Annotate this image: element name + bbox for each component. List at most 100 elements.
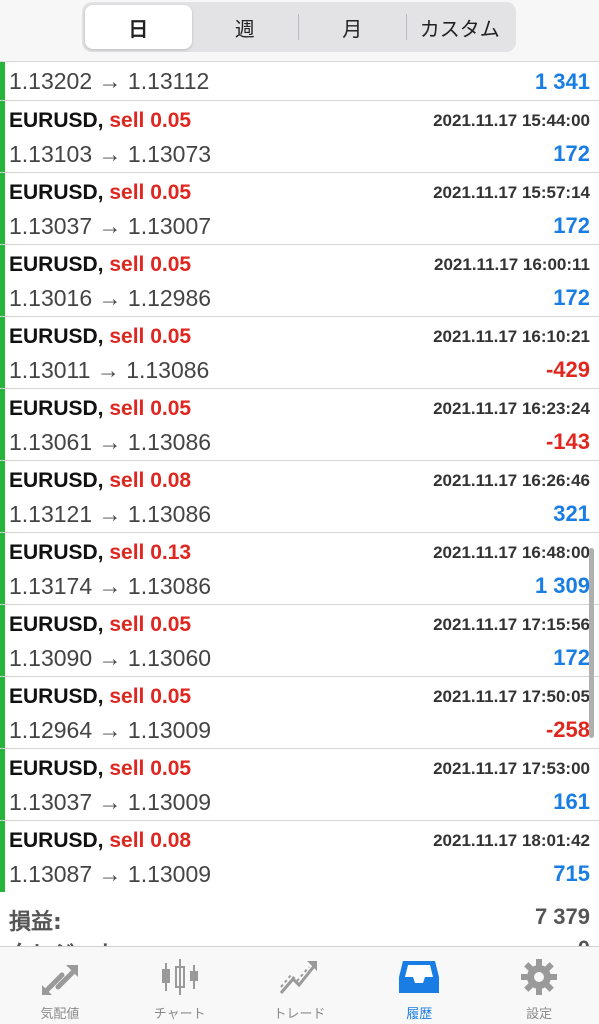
symbol-label: EURUSD, [9,109,104,132]
tab-label: トレード [273,1007,326,1022]
trade-profit: -429 [545,357,590,382]
symbol-label: EURUSD, [9,829,104,852]
trade-side: sell 0.08 [109,829,192,852]
trade-prices: 1.13087 → 1.13009 [9,861,212,887]
trade-line-icon [280,961,318,994]
trade-profit: -143 [545,429,590,454]
tab-history[interactable]: 履歴 [359,947,479,1024]
trade-side: sell 0.08 [109,469,192,492]
trade-side: sell 0.05 [109,757,192,780]
tab-label: チャート [153,1007,206,1022]
trade-row[interactable]: EURUSD, sell 0.13 2021.11.17 16:48:00 1.… [0,533,599,605]
trade-row[interactable]: EURUSD, sell 0.08 2021.11.17 16:26:46 1.… [0,461,599,533]
buy-sell-indicator [0,317,5,388]
trade-row[interactable]: EURUSD, sell 0.05 2021.11.17 17:53:00 1.… [0,749,599,821]
trade-prices: 1.13202 → 1.13112 [9,68,210,94]
trade-profit: 172 [553,141,590,166]
symbol-label: EURUSD, [9,397,104,420]
tab-quotes[interactable]: 気配値 [0,947,120,1024]
trade-prices: 1.13103 → 1.13073 [9,141,212,167]
quotes-arrows-icon [41,965,78,995]
trade-time: 2021.11.17 16:48:00 [433,543,590,562]
trade-side: sell 0.05 [109,397,192,420]
trade-row[interactable]: EURUSD, sell 0.05 2021.11.17 16:23:24 1.… [0,389,599,461]
symbol-label: EURUSD, [9,181,104,204]
trade-time: 2021.11.17 15:44:00 [433,111,590,130]
buy-sell-indicator [0,101,5,172]
period-segmented-control: 日 週 月 カスタム [82,2,516,52]
trade-prices: 1.13090 → 1.13060 [9,645,212,671]
trade-time: 2021.11.17 15:57:14 [433,183,590,202]
trade-symbol: EURUSD, sell 0.05 [9,181,191,205]
trade-row[interactable]: 1.13202 → 1.13112 1 341 [0,62,599,101]
trade-profit: 172 [553,645,590,670]
trade-symbol: EURUSD, sell 0.13 [9,541,191,565]
trade-prices: 1.13121 → 1.13086 [9,501,212,527]
tab-trade[interactable]: トレード [240,947,360,1024]
trade-side: sell 0.05 [109,325,192,348]
buy-sell-indicator [0,533,5,604]
tab-settings[interactable]: 設定 [479,947,599,1024]
trade-symbol: EURUSD, sell 0.08 [9,829,191,853]
trade-row[interactable]: EURUSD, sell 0.08 2021.11.17 18:01:42 1.… [0,821,599,893]
symbol-label: EURUSD, [9,469,104,492]
tab-chart[interactable]: チャート [120,947,240,1024]
trade-profit: 161 [553,789,590,814]
trade-symbol: EURUSD, sell 0.05 [9,109,191,133]
trade-row[interactable]: EURUSD, sell 0.05 2021.11.17 17:50:05 1.… [0,677,599,749]
symbol-label: EURUSD, [9,757,104,780]
trade-time: 2021.11.17 16:10:21 [433,327,590,346]
trade-symbol: EURUSD, sell 0.05 [9,325,191,349]
bottom-tab-bar: 気配値 チャート トレード 履歴 設定 [0,946,599,1024]
trade-profit: 1 309 [534,573,590,598]
buy-sell-indicator [0,461,5,532]
trade-row[interactable]: EURUSD, sell 0.05 2021.11.17 16:00:11 1.… [0,245,599,317]
trade-profit: 321 [553,501,590,526]
buy-sell-indicator [0,821,5,892]
trade-row[interactable]: EURUSD, sell 0.05 2021.11.17 16:10:21 1.… [0,317,599,389]
trade-symbol: EURUSD, sell 0.05 [9,253,191,277]
trade-time: 2021.11.17 17:15:56 [433,615,590,634]
totals-summary: 損益: 7 379 クレジット 0 [0,892,599,948]
trade-prices: 1.13037 → 1.13007 [9,213,212,239]
profit-total-label: 損益: [9,910,62,935]
trade-side: sell 0.05 [109,613,192,636]
buy-sell-indicator [0,749,5,820]
trade-symbol: EURUSD, sell 0.05 [9,397,191,421]
trade-prices: 1.13061 → 1.13086 [9,429,212,455]
list-scrollbar[interactable] [589,548,594,738]
symbol-label: EURUSD, [9,613,104,636]
period-tab-custom[interactable]: カスタム [407,5,514,49]
buy-sell-indicator [0,62,5,100]
trade-profit: 1 341 [534,69,590,94]
buy-sell-indicator [0,677,5,748]
trade-row[interactable]: EURUSD, sell 0.05 2021.11.17 15:44:00 1.… [0,101,599,173]
trade-prices: 1.13174 → 1.13086 [9,573,212,599]
buy-sell-indicator [0,245,5,316]
trade-side: sell 0.05 [109,685,192,708]
buy-sell-indicator [0,389,5,460]
buy-sell-indicator [0,173,5,244]
trade-profit: 172 [553,285,590,310]
trade-row[interactable]: EURUSD, sell 0.05 2021.11.17 17:15:56 1.… [0,605,599,677]
trade-time: 2021.11.17 18:01:42 [433,831,590,850]
trade-row[interactable]: EURUSD, sell 0.05 2021.11.17 15:57:14 1.… [0,173,599,245]
trade-profit: 172 [553,213,590,238]
trade-prices: 1.13016 → 1.12986 [9,285,212,311]
symbol-label: EURUSD, [9,541,104,564]
symbol-label: EURUSD, [9,325,104,348]
trade-symbol: EURUSD, sell 0.05 [9,685,191,709]
trade-time: 2021.11.17 17:53:00 [433,759,590,778]
trade-prices: 1.13037 → 1.13009 [9,789,212,815]
history-tray-icon [399,961,440,993]
trade-symbol: EURUSD, sell 0.05 [9,757,191,781]
trade-symbol: EURUSD, sell 0.08 [9,469,191,493]
trade-symbol: EURUSD, sell 0.05 [9,613,191,637]
trade-side: sell 0.05 [109,253,192,276]
trade-history-list: 1.13202 → 1.13112 1 341 EURUSD, sell 0.0… [0,62,599,893]
period-tab-week[interactable]: 週 [192,5,299,49]
trade-side: sell 0.05 [109,181,192,204]
period-tab-day[interactable]: 日 [85,5,192,49]
buy-sell-indicator [0,605,5,676]
period-tab-month[interactable]: 月 [299,5,406,49]
